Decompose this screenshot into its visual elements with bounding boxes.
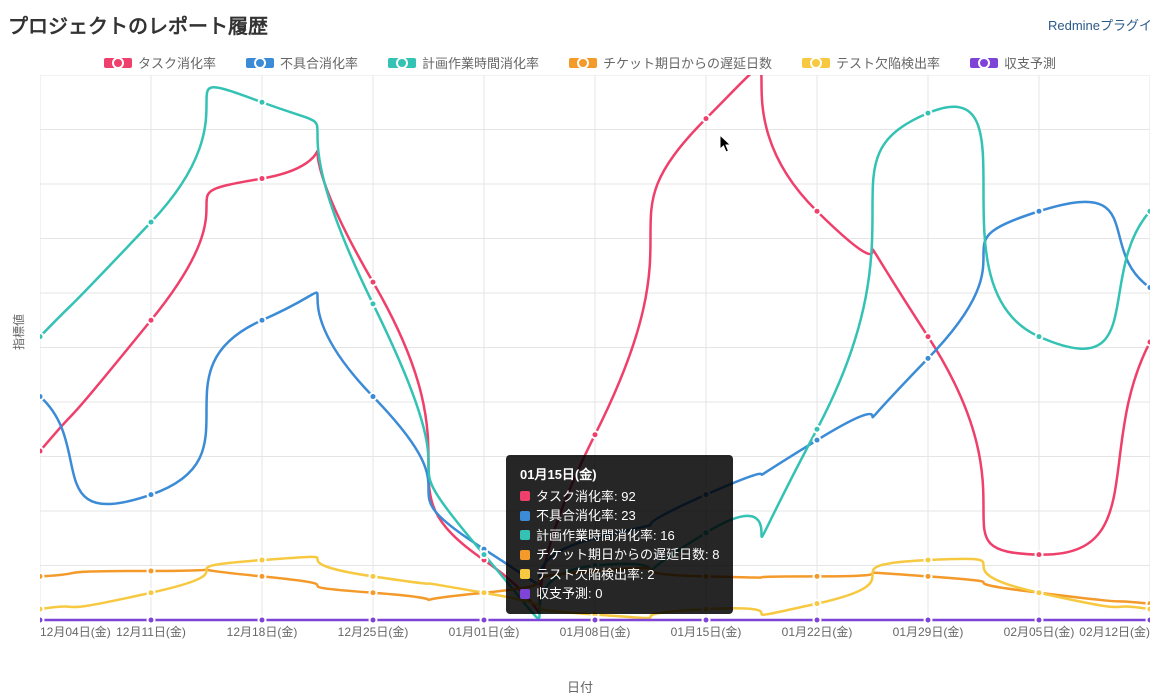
data-point [148, 617, 155, 624]
svg-text:12月11日(金): 12月11日(金) [116, 624, 186, 639]
data-point [1147, 208, 1151, 215]
data-point [703, 529, 710, 536]
legend-item[interactable]: タスク消化率 [104, 53, 216, 72]
data-point [370, 589, 377, 596]
page-title: プロジェクトのレポート履歴 [8, 10, 268, 39]
data-point [703, 491, 710, 498]
svg-text:01月22日(金): 01月22日(金) [782, 624, 853, 639]
data-point [1036, 617, 1043, 624]
chart-svg: 010203040506070809010012月04日(金)12月11日(金)… [40, 75, 1150, 645]
data-point [370, 393, 377, 400]
legend-item[interactable]: 計画作業時間消化率 [388, 53, 539, 72]
legend-item[interactable]: 不具合消化率 [246, 53, 358, 72]
data-point [1147, 284, 1151, 291]
data-point [40, 393, 44, 400]
data-point [148, 219, 155, 226]
data-point [259, 175, 266, 182]
svg-text:01月08日(金): 01月08日(金) [560, 624, 631, 639]
legend-item[interactable]: 収支予測 [970, 53, 1056, 72]
legend-label: 不具合消化率 [280, 53, 358, 72]
legend-swatch [104, 58, 132, 68]
data-point [592, 431, 599, 438]
chart-area: 010203040506070809010012月04日(金)12月11日(金)… [40, 75, 1150, 645]
legend-swatch [388, 58, 416, 68]
redmine-plugin-link[interactable]: Redmineプラグイ [1048, 15, 1152, 34]
data-point [259, 317, 266, 324]
svg-text:12月18日(金): 12月18日(金) [227, 624, 298, 639]
data-point [814, 426, 821, 433]
data-point [703, 573, 710, 580]
data-point [703, 115, 710, 122]
legend-swatch [802, 58, 830, 68]
data-point [925, 617, 932, 624]
y-axis-label: 指標値 [10, 314, 27, 350]
data-point [925, 110, 932, 117]
data-point [1036, 208, 1043, 215]
data-point [148, 567, 155, 574]
legend-label: 計画作業時間消化率 [422, 53, 539, 72]
data-point [481, 551, 488, 558]
data-point [148, 491, 155, 498]
data-point [925, 557, 932, 564]
legend-swatch [246, 58, 274, 68]
chart-legend: タスク消化率 不具合消化率 計画作業時間消化率 チケット期日からの遅延日数 テスト欠陥検… [0, 39, 1160, 78]
data-point [40, 333, 44, 340]
svg-text:01月01日(金): 01月01日(金) [449, 624, 520, 639]
data-point [925, 355, 932, 362]
svg-text:02月12日(金): 02月12日(金) [1079, 624, 1150, 639]
svg-text:01月29日(金): 01月29日(金) [893, 624, 964, 639]
data-point [925, 573, 932, 580]
legend-label: チケット期日からの遅延日数 [603, 53, 772, 72]
data-point [814, 437, 821, 444]
data-point [1036, 333, 1043, 340]
svg-text:01月15日(金): 01月15日(金) [671, 624, 742, 639]
data-point [40, 448, 44, 455]
data-point [703, 617, 710, 624]
data-point [259, 557, 266, 564]
data-point [148, 589, 155, 596]
legend-label: タスク消化率 [138, 53, 216, 72]
svg-text:12月04日(金): 12月04日(金) [40, 624, 111, 639]
data-point [370, 617, 377, 624]
data-point [703, 606, 710, 613]
data-point [370, 573, 377, 580]
data-point [370, 300, 377, 307]
data-point [814, 600, 821, 607]
legend-swatch [569, 58, 597, 68]
svg-text:12月25日(金): 12月25日(金) [338, 624, 409, 639]
legend-swatch [970, 58, 998, 68]
data-point [592, 535, 599, 542]
data-point [40, 573, 44, 580]
svg-text:02月05日(金): 02月05日(金) [1004, 624, 1075, 639]
data-point [1147, 606, 1151, 613]
legend-label: テスト欠陥検出率 [836, 53, 940, 72]
legend-label: 収支予測 [1004, 53, 1056, 72]
data-point [1147, 339, 1151, 346]
data-point [40, 617, 44, 624]
data-point [1036, 589, 1043, 596]
data-point [592, 567, 599, 574]
data-point [481, 617, 488, 624]
data-point [814, 208, 821, 215]
data-point [259, 573, 266, 580]
data-point [259, 617, 266, 624]
legend-item[interactable]: チケット期日からの遅延日数 [569, 53, 772, 72]
data-point [925, 333, 932, 340]
data-point [1147, 617, 1151, 624]
data-point [370, 279, 377, 286]
data-point [592, 617, 599, 624]
data-point [148, 317, 155, 324]
data-point [1036, 551, 1043, 558]
x-axis-label: 日付 [567, 677, 593, 696]
data-point [259, 99, 266, 106]
data-point [814, 573, 821, 580]
legend-item[interactable]: テスト欠陥検出率 [802, 53, 940, 72]
data-point [814, 617, 821, 624]
data-point [481, 589, 488, 596]
data-point [40, 606, 44, 613]
